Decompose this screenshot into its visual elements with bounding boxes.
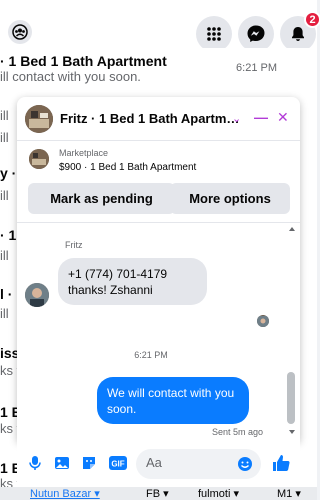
messenger-button[interactable] [238, 16, 274, 52]
listing-title: $900 · 1 Bed 1 Bath Apartment [59, 162, 197, 173]
gif-icon[interactable]: GIF [108, 455, 128, 471]
tab-m1[interactable]: M1 ▾ [277, 487, 301, 500]
chat-window: Fritz · 1 Bed 1 Bath Apartm… ⌄ — ✕ Marke… [17, 97, 300, 441]
sent-status: Sent 5m ago [212, 427, 264, 437]
message-input[interactable] [146, 455, 236, 470]
list-fragment: ill [0, 108, 9, 123]
list-fragment: y · [0, 165, 17, 181]
bell-icon [292, 27, 304, 41]
photo-icon[interactable] [54, 455, 70, 471]
message-input-box[interactable] [136, 449, 261, 479]
marketplace-label: Marketplace [59, 148, 109, 158]
menu-grid-icon [207, 27, 221, 41]
marketplace-listing[interactable]: Marketplace $900 · 1 Bed 1 Bath Apartmen… [17, 141, 300, 181]
divider [17, 222, 300, 223]
list-item-preview: ill contact with you soon. [0, 69, 141, 84]
thumbs-up-icon[interactable] [271, 453, 291, 473]
list-fragment: ill [0, 188, 9, 203]
chat-header[interactable]: Fritz · 1 Bed 1 Bath Apartm… ⌄ — ✕ [17, 97, 300, 141]
microphone-icon[interactable] [27, 455, 43, 471]
sender-name: Fritz [65, 240, 83, 250]
tab-fulmoti[interactable]: fulmoti ▾ [198, 487, 239, 500]
sender-avatar[interactable] [25, 283, 49, 307]
read-receipt-avatar [257, 315, 269, 327]
bottom-tab-bar: Nutun Bazar ▾ FB ▾ fulmoti ▾ M1 ▾ [0, 487, 317, 500]
listing-thumbnail [29, 149, 49, 169]
list-fragment: ill [0, 306, 9, 321]
list-fragment: · 1 [0, 227, 17, 243]
svg-text:GIF: GIF [111, 460, 124, 469]
notifications-button[interactable]: 2 [280, 11, 320, 52]
list-fragment: ill [0, 248, 9, 263]
chat-title[interactable]: Fritz · 1 Bed 1 Bath Apartm… [60, 111, 239, 126]
list-item-time: 6:21 PM [236, 62, 277, 74]
messenger-icon [247, 25, 265, 42]
chevron-down-icon[interactable]: ⌄ [232, 112, 241, 125]
scrollbar-thumb[interactable] [287, 372, 295, 424]
message-composer: GIF [17, 441, 300, 487]
more-options-button[interactable]: More options [170, 183, 290, 214]
list-item-title[interactable]: · 1 Bed 1 Bath Apartment [0, 53, 167, 69]
list-fragment: ill [0, 130, 9, 145]
minimize-icon[interactable]: — [254, 109, 268, 125]
top-bar: 2 [0, 0, 320, 52]
group-icon[interactable] [8, 20, 32, 44]
outgoing-message[interactable]: We will contact with you soon. [97, 377, 249, 424]
message-timestamp: 6:21 PM [134, 350, 168, 360]
menu-grid-button[interactable] [196, 16, 232, 52]
emoji-icon[interactable] [237, 456, 253, 472]
avatar[interactable] [25, 105, 53, 133]
tab-nutun-bazar[interactable]: Nutun Bazar ▾ [30, 487, 100, 500]
close-icon[interactable]: ✕ [277, 109, 289, 126]
mark-as-pending-button[interactable]: Mark as pending [28, 183, 175, 214]
tab-fb[interactable]: FB ▾ [146, 487, 169, 500]
notification-badge: 2 [304, 11, 320, 28]
sticker-icon[interactable] [81, 455, 97, 471]
incoming-message[interactable]: +1 (774) 701-4179 thanks! Zshanni [58, 258, 207, 305]
